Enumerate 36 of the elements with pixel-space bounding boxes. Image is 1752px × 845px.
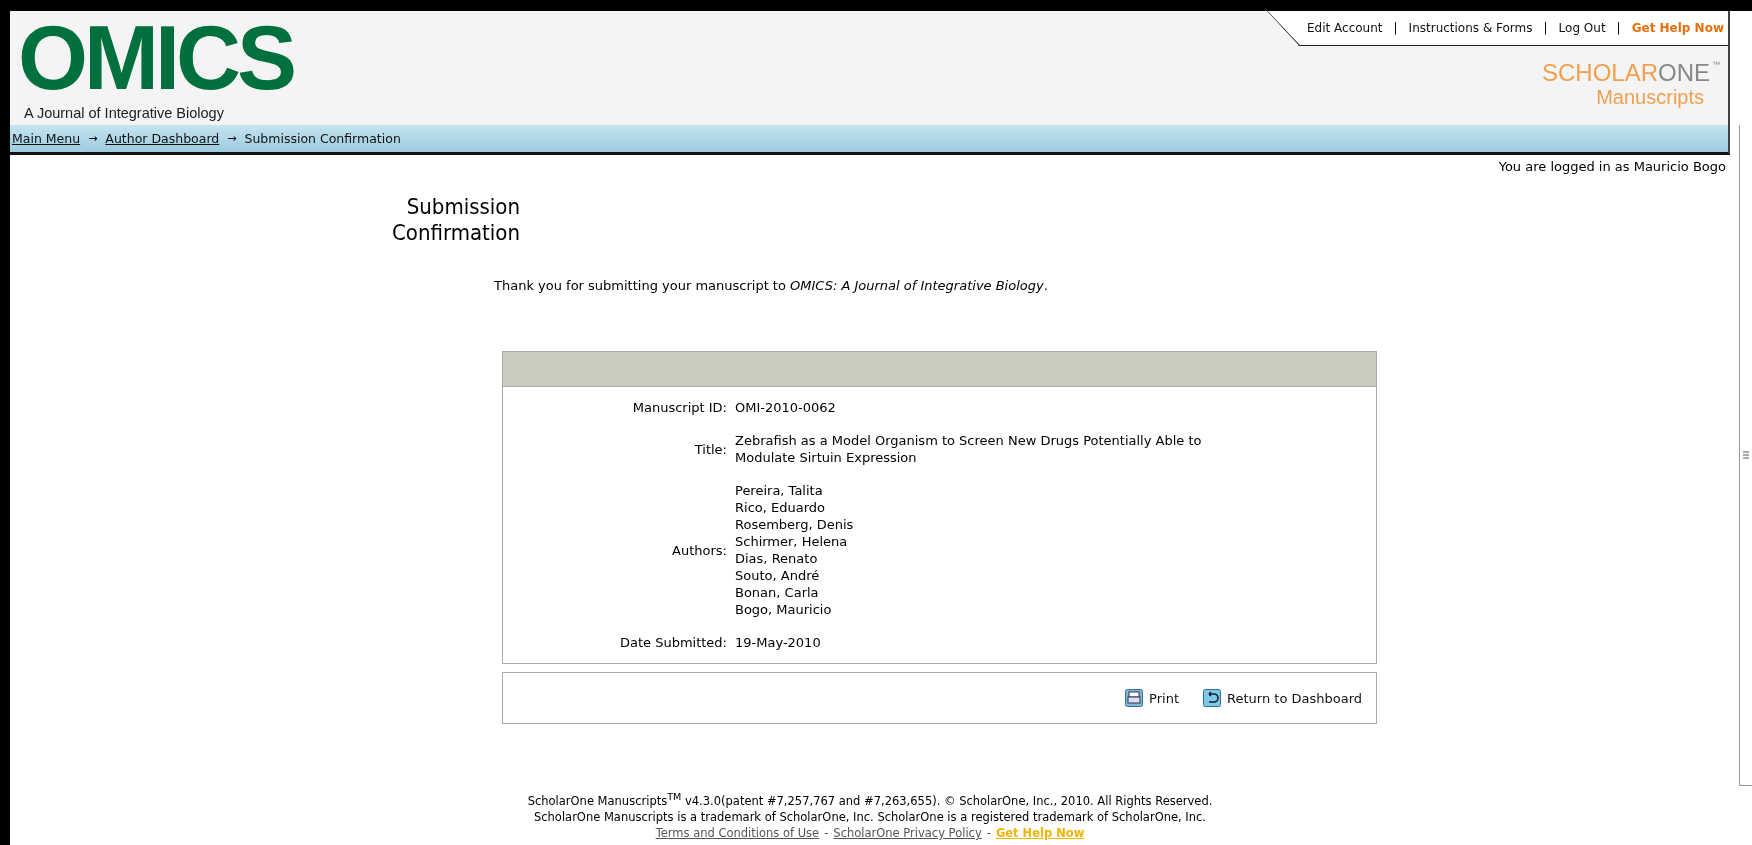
- breadcrumb-separator: →: [227, 132, 237, 145]
- thank-you-message: Thank you for submitting your manuscript to OMICS: A Journal of Integrative Biology.: [494, 278, 1049, 293]
- footer-link[interactable]: ScholarOne Privacy Policy: [833, 825, 982, 841]
- field-value: OMI-2010-0062: [735, 399, 837, 416]
- login-status: You are logged in as Mauricio Bogo: [1498, 159, 1726, 174]
- print-link[interactable]: Print: [1125, 689, 1179, 707]
- field-label: Title:: [693, 441, 727, 457]
- field-label: Date Submitted:: [618, 635, 727, 650]
- breadcrumb-current: Submission Confirmation: [244, 131, 401, 146]
- link-separator: |: [1616, 21, 1621, 35]
- link-separator: -: [824, 825, 829, 841]
- brand-product: Manuscripts: [1596, 86, 1704, 109]
- copyright-text: ScholarOne Manuscripts is a trademark of ScholarOne, Inc. ScholarOne is a registered trademark of ScholarOne, Inc.: [533, 809, 1207, 825]
- footer-link[interactable]: Terms and Conditions of Use: [655, 825, 820, 841]
- link-separator: |: [1393, 21, 1398, 35]
- field-value: Pereira, Talita Rico, Eduardo Rosemberg, Denis Schirmer, Helena Dias, Renato Souto, André Bonan, Carla Bogo, Mauricio: [735, 482, 855, 618]
- printer-icon: [1125, 689, 1144, 707]
- account-link[interactable]: Instructions & Forms: [1408, 21, 1533, 35]
- breadcrumb-link[interactable]: Author Dashboard: [105, 131, 220, 146]
- link-separator: |: [1543, 21, 1548, 35]
- journal-logo: OMICS: [18, 21, 293, 95]
- field-value: 19-May-2010: [735, 634, 822, 651]
- brand-logo: SCHOLARONE™: [1541, 60, 1720, 86]
- field-label: Manuscript ID:: [631, 400, 727, 415]
- breadcrumb-separator: →: [88, 132, 98, 145]
- grip-icon: [1743, 451, 1749, 459]
- link-separator: -: [986, 825, 991, 841]
- account-link[interactable]: Log Out: [1558, 21, 1606, 35]
- copyright-text: ScholarOne Manuscripts$^{TM}$ v4.3.0(patent #7,257,767 and #7,263,655). © ScholarOne, Inc., 2010. All Rights Reserved.: [527, 790, 1213, 809]
- journal-subtitle: A Journal of Integrative Biology: [24, 105, 225, 121]
- page-title: Submission Confirmation: [391, 194, 520, 246]
- account-link[interactable]: Edit Account: [1307, 21, 1383, 35]
- return-link[interactable]: Return to Dashboard: [1203, 689, 1362, 707]
- field-value: Zebrafish as a Model Organism to Screen New Drugs Potentially Able to Modulate Sirtuin Expression: [735, 432, 1203, 466]
- breadcrumb-link[interactable]: Main Menu: [12, 131, 81, 146]
- field-label: Authors:: [671, 542, 727, 558]
